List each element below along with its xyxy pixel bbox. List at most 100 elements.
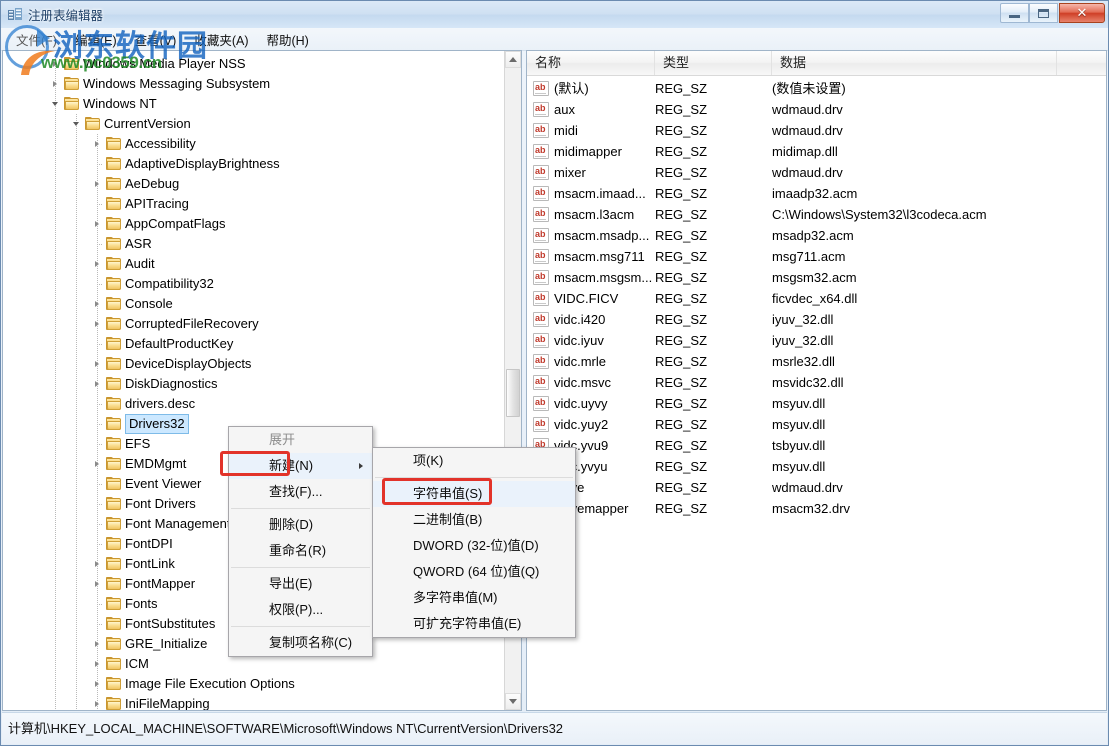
tree-expand-icon[interactable] bbox=[92, 134, 102, 154]
tree-collapse-icon[interactable] bbox=[71, 114, 81, 134]
table-row[interactable]: abmsacm.msg711REG_SZmsg711.acm bbox=[527, 246, 1106, 267]
table-row[interactable]: abvidc.iyuvREG_SZiyuv_32.dll bbox=[527, 330, 1106, 351]
tree-expand-icon[interactable] bbox=[92, 254, 102, 274]
tree-node-diskdiagnostics[interactable]: DiskDiagnostics bbox=[3, 374, 506, 394]
table-row[interactable]: abvidc.i420REG_SZiyuv_32.dll bbox=[527, 309, 1106, 330]
registry-tree[interactable]: Windows Media Player NSSWindows Messagin… bbox=[3, 51, 506, 53]
submenu-item-2[interactable]: 字符串值(S) bbox=[373, 481, 575, 507]
table-row[interactable]: abvidc.yuy2REG_SZmsyuv.dll bbox=[527, 414, 1106, 435]
folder-icon bbox=[106, 377, 122, 391]
tree-node-accessibility[interactable]: Accessibility bbox=[3, 134, 506, 154]
maximize-button[interactable] bbox=[1029, 3, 1058, 23]
context-menu-item-10[interactable]: 复制项名称(C) bbox=[229, 630, 372, 656]
tree-node-devicedisplayobjects[interactable]: DeviceDisplayObjects bbox=[3, 354, 506, 374]
context-menu-item-5[interactable]: 重命名(R) bbox=[229, 538, 372, 564]
context-menu-item-7[interactable]: 导出(E) bbox=[229, 571, 372, 597]
table-row[interactable]: abmixerREG_SZwdmaud.drv bbox=[527, 162, 1106, 183]
tree-expand-icon[interactable] bbox=[50, 54, 60, 74]
scrollbar-thumb[interactable] bbox=[506, 369, 520, 417]
table-row[interactable]: abmsacm.imaad...REG_SZimaadp32.acm bbox=[527, 183, 1106, 204]
table-row[interactable]: abvidc.yvu9REG_SZtsbyuv.dll bbox=[527, 435, 1106, 456]
table-row[interactable]: abvidc.yvyuREG_SZmsyuv.dll bbox=[527, 456, 1106, 477]
tree-node-defaultproductkey[interactable]: DefaultProductKey bbox=[3, 334, 506, 354]
tree-expand-icon[interactable] bbox=[92, 454, 102, 474]
tree-node-currentversion[interactable]: CurrentVersion bbox=[3, 114, 506, 134]
scroll-up-button[interactable] bbox=[505, 51, 521, 68]
triangle-icon bbox=[95, 641, 99, 647]
table-row[interactable]: abVIDC.FICVREG_SZficvdec_x64.dll bbox=[527, 288, 1106, 309]
context-menu-item-4[interactable]: 删除(D) bbox=[229, 512, 372, 538]
menu-view[interactable]: 查看(V) bbox=[126, 28, 186, 51]
close-button[interactable]: ✕ bbox=[1059, 3, 1105, 23]
tree-expand-icon[interactable] bbox=[92, 674, 102, 694]
submenu-item-4[interactable]: DWORD (32-位)值(D) bbox=[373, 533, 575, 559]
tree-expand-icon[interactable] bbox=[92, 374, 102, 394]
tree-expand-icon[interactable] bbox=[50, 74, 60, 94]
tree-node-windows-messaging-subsystem[interactable]: Windows Messaging Subsystem bbox=[3, 74, 506, 94]
value-name: vidc.uyvy bbox=[554, 393, 607, 414]
table-row[interactable]: abmidimapperREG_SZmidimap.dll bbox=[527, 141, 1106, 162]
tree-expand-icon[interactable] bbox=[92, 634, 102, 654]
value-name: midi bbox=[554, 120, 578, 141]
tree-node-aedebug[interactable]: AeDebug bbox=[3, 174, 506, 194]
table-row[interactable]: abmidiREG_SZwdmaud.drv bbox=[527, 120, 1106, 141]
tree-expand-icon[interactable] bbox=[92, 354, 102, 374]
context-menu-item-1[interactable]: 新建(N) bbox=[229, 453, 372, 479]
tree-node-icm[interactable]: ICM bbox=[3, 654, 506, 674]
table-row[interactable]: abvidc.uyvyREG_SZmsyuv.dll bbox=[527, 393, 1106, 414]
submenu-item-3[interactable]: 二进制值(B) bbox=[373, 507, 575, 533]
table-row[interactable]: ab(默认)REG_SZ(数值未设置) bbox=[527, 78, 1106, 99]
new-submenu[interactable]: 项(K) 字符串值(S)二进制值(B)DWORD (32-位)值(D)QWORD … bbox=[372, 447, 576, 638]
tree-expand-icon[interactable] bbox=[92, 694, 102, 711]
table-row[interactable]: abvidc.msvcREG_SZmsvidc32.dll bbox=[527, 372, 1106, 393]
column-data[interactable]: 数据 bbox=[772, 51, 1057, 75]
table-row[interactable]: abwaveREG_SZwdmaud.drv bbox=[527, 477, 1106, 498]
column-type[interactable]: 类型 bbox=[655, 51, 772, 75]
tree-node-windows-media-player-nss[interactable]: Windows Media Player NSS bbox=[3, 54, 506, 74]
tree-node-corruptedfilerecovery[interactable]: CorruptedFileRecovery bbox=[3, 314, 506, 334]
scroll-down-button[interactable] bbox=[505, 693, 521, 710]
tree-node-apitracing[interactable]: APITracing bbox=[3, 194, 506, 214]
tree-node-inifilemapping[interactable]: IniFileMapping bbox=[3, 694, 506, 711]
tree-expand-icon[interactable] bbox=[92, 294, 102, 314]
triangle-icon bbox=[95, 561, 99, 567]
menu-help[interactable]: 帮助(H) bbox=[257, 28, 317, 51]
tree-expand-icon[interactable] bbox=[92, 214, 102, 234]
tree-expand-icon[interactable] bbox=[92, 654, 102, 674]
tree-node-windows-nt[interactable]: Windows NT bbox=[3, 94, 506, 114]
minimize-button[interactable] bbox=[1000, 3, 1029, 23]
context-menu-item-8[interactable]: 权限(P)... bbox=[229, 597, 372, 623]
table-row[interactable]: abwavemapperREG_SZmsacm32.drv bbox=[527, 498, 1106, 519]
table-row[interactable]: abauxREG_SZwdmaud.drv bbox=[527, 99, 1106, 120]
submenu-item-5[interactable]: QWORD (64 位)值(Q) bbox=[373, 559, 575, 585]
table-row[interactable]: abvidc.mrleREG_SZmsrle32.dll bbox=[527, 351, 1106, 372]
tree-expand-icon[interactable] bbox=[92, 574, 102, 594]
context-menu-item-2[interactable]: 查找(F)... bbox=[229, 479, 372, 505]
tree-node-drivers-desc[interactable]: drivers.desc bbox=[3, 394, 506, 414]
tree-node-appcompatflags[interactable]: AppCompatFlags bbox=[3, 214, 506, 234]
table-row[interactable]: abmsacm.msadp...REG_SZmsadp32.acm bbox=[527, 225, 1106, 246]
tree-expand-icon[interactable] bbox=[92, 554, 102, 574]
tree-node-compatibility32[interactable]: Compatibility32 bbox=[3, 274, 506, 294]
tree-guide-line bbox=[55, 394, 56, 414]
tree-node-adaptivedisplaybrightness[interactable]: AdaptiveDisplayBrightness bbox=[3, 154, 506, 174]
submenu-item-0[interactable]: 项(K) bbox=[373, 448, 575, 474]
tree-node-image-file-execution-options[interactable]: Image File Execution Options bbox=[3, 674, 506, 694]
context-menu[interactable]: 展开新建(N)查找(F)...删除(D)重命名(R)导出(E)权限(P)...复… bbox=[228, 426, 373, 657]
submenu-item-6[interactable]: 多字符串值(M) bbox=[373, 585, 575, 611]
string-value-icon: ab bbox=[533, 102, 549, 117]
tree-node-console[interactable]: Console bbox=[3, 294, 506, 314]
table-row[interactable]: abmsacm.msgsm...REG_SZmsgsm32.acm bbox=[527, 267, 1106, 288]
tree-node-audit[interactable]: Audit bbox=[3, 254, 506, 274]
tree-guide-line bbox=[55, 634, 56, 654]
menu-edit[interactable]: 编辑(E) bbox=[66, 28, 126, 51]
submenu-item-7[interactable]: 可扩充字符串值(E) bbox=[373, 611, 575, 637]
menu-favorites[interactable]: 收藏夹(A) bbox=[185, 28, 257, 51]
column-name[interactable]: 名称 bbox=[527, 51, 655, 75]
tree-node-asr[interactable]: ASR bbox=[3, 234, 506, 254]
tree-collapse-icon[interactable] bbox=[50, 94, 60, 114]
menu-file[interactable]: 文件(F) bbox=[7, 28, 66, 51]
tree-expand-icon[interactable] bbox=[92, 314, 102, 334]
tree-expand-icon[interactable] bbox=[92, 174, 102, 194]
table-row[interactable]: abmsacm.l3acmREG_SZC:\Windows\System32\l… bbox=[527, 204, 1106, 225]
